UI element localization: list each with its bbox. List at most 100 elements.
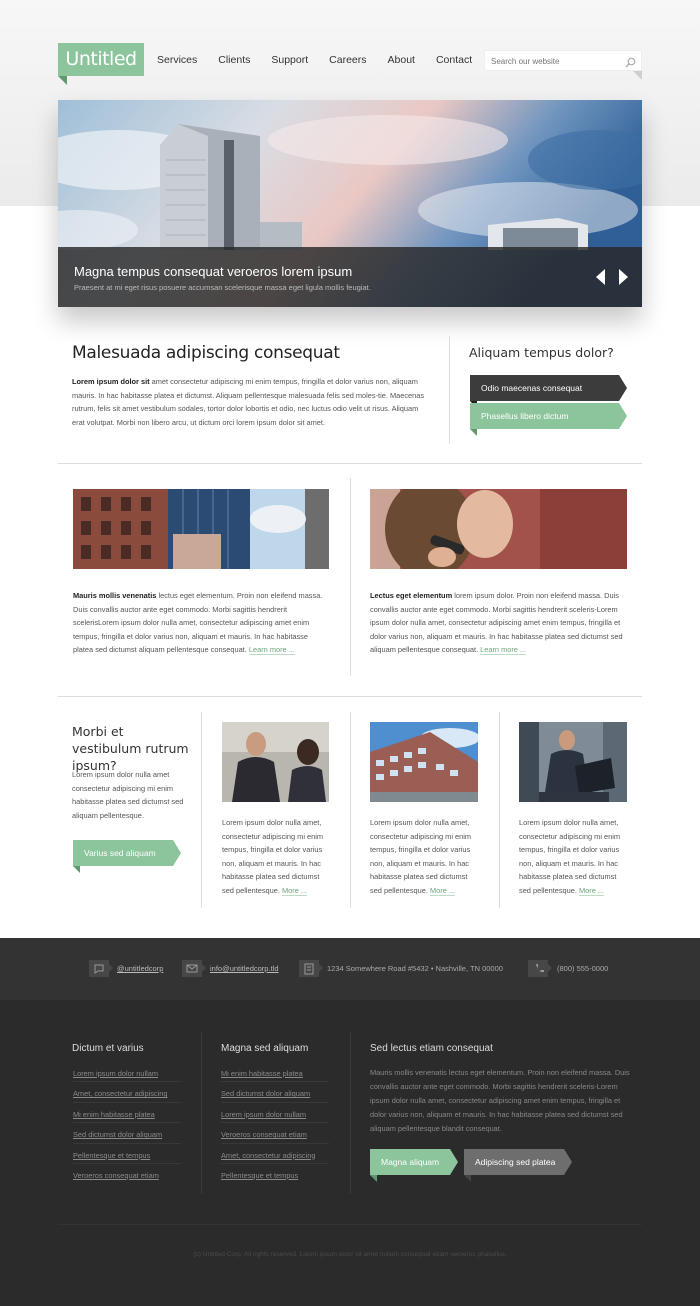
promo-heading: Morbi et vestibulum rutrum ipsum? xyxy=(72,724,189,773)
list-item: Mi enim habitasse platea xyxy=(73,1103,181,1124)
feature-photo-woman-phone xyxy=(370,489,627,569)
sidebar-item-label: Phasellus libero dictum xyxy=(481,411,569,421)
next-arrow-icon[interactable] xyxy=(619,269,628,285)
footer-link[interactable]: Lorem ipsum dolor nullam xyxy=(73,1069,158,1078)
footer-link[interactable]: Mi enim habitasse platea xyxy=(221,1069,303,1078)
search-input[interactable] xyxy=(485,52,615,71)
feature-bold: Lectus eget elementum xyxy=(370,591,453,600)
button-label: Varius sed aliquam xyxy=(84,848,156,858)
thumb-body: Lorem ipsum dolor nulla amet, consectetu… xyxy=(519,818,621,895)
adipiscing-button[interactable]: Adipiscing sed platea xyxy=(464,1149,572,1182)
footer-link[interactable]: Sed dictumst dolor aliquam xyxy=(221,1089,310,1098)
footer-rule xyxy=(58,1224,642,1225)
button-label: Magna aliquam xyxy=(381,1157,440,1167)
phone-text: (800) 555-0000 xyxy=(557,964,609,973)
footer-col3-heading: Sed lectus etiam consequat xyxy=(370,1043,493,1054)
footer-col3-text: Mauris mollis venenatis lectus eget elem… xyxy=(370,1068,630,1133)
column-divider xyxy=(350,712,351,908)
nav-about[interactable]: About xyxy=(388,54,415,66)
footer-link[interactable]: Lorem ipsum dolor nullam xyxy=(221,1110,306,1119)
footer-divider xyxy=(201,1032,202,1194)
footer-link[interactable]: Mi enim habitasse platea xyxy=(73,1110,155,1119)
footer-divider xyxy=(350,1032,351,1194)
phone-icon xyxy=(528,960,552,977)
nav-contact[interactable]: Contact xyxy=(436,54,472,66)
learn-more-link[interactable]: Learn more ... xyxy=(248,645,295,656)
main-nav: Services Clients Support Careers About C… xyxy=(157,54,493,66)
varius-button[interactable]: Varius sed aliquam xyxy=(73,840,181,873)
address-text: 1234 Somewhere Road #5432 • Nashville, T… xyxy=(327,964,503,973)
section-divider xyxy=(58,696,642,697)
footer-link[interactable]: Amet, consectetur adipiscing xyxy=(73,1089,167,1098)
hero-banner: Magna tempus consequat veroeros lorem ip… xyxy=(58,100,642,307)
footer-link[interactable]: Pellentesque et tempus xyxy=(221,1171,298,1180)
site-logo[interactable]: Untitled xyxy=(58,43,144,76)
footer-link[interactable]: Sed dictumst dolor aliquam xyxy=(73,1130,162,1139)
nav-clients[interactable]: Clients xyxy=(218,54,250,66)
learn-more-link[interactable]: Learn more ... xyxy=(480,645,527,656)
thumb-body: Lorem ipsum dolor nulla amet, consectetu… xyxy=(222,818,324,895)
banner-caption: Magna tempus consequat veroeros lorem ip… xyxy=(58,247,642,307)
intro-divider xyxy=(449,336,450,444)
intro-heading: Malesuada adipiscing consequat xyxy=(72,343,340,363)
twitter-link[interactable]: @untitledcorp xyxy=(117,964,163,973)
more-link[interactable]: More ... xyxy=(430,885,456,896)
thumb-text-1: Lorem ipsum dolor nulla amet, consectetu… xyxy=(370,816,480,898)
magna-button[interactable]: Magna aliquam xyxy=(370,1149,458,1182)
ribbon-fold xyxy=(73,866,80,873)
banner-subtitle: Praesent at mi eget risus posuere accums… xyxy=(74,283,371,292)
ribbon-fold xyxy=(370,1175,377,1182)
button-label: Adipiscing sed platea xyxy=(475,1157,556,1167)
intro-text: Lorem ipsum dolor sit amet consectetur a… xyxy=(72,375,428,429)
list-item: Sed dictumst dolor aliquam xyxy=(73,1123,181,1144)
thumb-text-0: Lorem ipsum dolor nulla amet, consectetu… xyxy=(222,816,332,898)
footer-link[interactable]: Veroeros consequat etiam xyxy=(221,1130,307,1139)
sidebar-item-0[interactable]: Odio maecenas consequat xyxy=(470,375,627,408)
footer-link[interactable]: Pellentesque et tempus xyxy=(73,1151,150,1160)
feature-divider xyxy=(350,478,351,676)
logo-fold xyxy=(58,76,67,85)
thumb-photo-office xyxy=(370,722,478,802)
list-item: Pellentesque et tempus xyxy=(73,1144,181,1164)
list-item: Sed dictumst dolor aliquam xyxy=(221,1082,329,1103)
chat-icon xyxy=(89,960,113,977)
list-item: Lorem ipsum dolor nullam xyxy=(73,1062,181,1083)
footer-col2-links: Mi enim habitasse platea Sed dictumst do… xyxy=(221,1062,329,1184)
list-item: Pellentesque et tempus xyxy=(221,1164,329,1184)
nav-services[interactable]: Services xyxy=(157,54,197,66)
thumb-body: Lorem ipsum dolor nulla amet, consectetu… xyxy=(370,818,472,895)
intro-bold: Lorem ipsum dolor sit xyxy=(72,377,150,386)
feature-photo-buildings xyxy=(73,489,329,569)
email-link[interactable]: info@untitledcorp.tld xyxy=(210,964,279,973)
thumb-text-2: Lorem ipsum dolor nulla amet, consectetu… xyxy=(519,816,629,898)
mail-icon xyxy=(182,960,206,977)
feature-text-1: Lectus eget elementum lorem ipsum dolor.… xyxy=(370,589,627,657)
more-link[interactable]: More ... xyxy=(579,885,605,896)
footer-link[interactable]: Amet, consectetur adipiscing xyxy=(221,1151,315,1160)
list-item: Amet, consectetur adipiscing xyxy=(73,1082,181,1103)
list-item: Veroeros consequat etiam xyxy=(221,1123,329,1144)
list-item: Amet, consectetur adipiscing xyxy=(221,1144,329,1164)
list-item: Veroeros consequat etiam xyxy=(73,1164,181,1184)
footer-col1-heading: Dictum et varius xyxy=(72,1043,144,1054)
copyright: (c) Untitled Corp. All rights reserved. … xyxy=(193,1251,507,1258)
sidebar-item-label: Odio maecenas consequat xyxy=(481,383,583,393)
section-divider xyxy=(58,463,642,464)
nav-careers[interactable]: Careers xyxy=(329,54,366,66)
column-divider xyxy=(201,712,202,908)
feature-text-0: Mauris mollis venenatis lectus eget elem… xyxy=(73,589,329,657)
search-box xyxy=(484,50,642,71)
footer-link[interactable]: Veroeros consequat etiam xyxy=(73,1171,159,1180)
more-link[interactable]: More ... xyxy=(282,885,308,896)
document-icon xyxy=(299,960,323,977)
nav-support[interactable]: Support xyxy=(271,54,308,66)
list-item: Lorem ipsum dolor nullam xyxy=(221,1103,329,1124)
footer-col2-heading: Magna sed aliquam xyxy=(221,1043,309,1054)
list-item: Mi enim habitasse platea xyxy=(221,1062,329,1083)
ribbon-fold xyxy=(464,1175,471,1182)
thumb-photo-business xyxy=(222,722,329,802)
sidebar-item-1[interactable]: Phasellus libero dictum xyxy=(470,403,627,436)
ribbon-fold xyxy=(470,429,477,436)
prev-arrow-icon[interactable] xyxy=(596,269,605,285)
sidebar-heading: Aliquam tempus dolor? xyxy=(469,345,614,360)
